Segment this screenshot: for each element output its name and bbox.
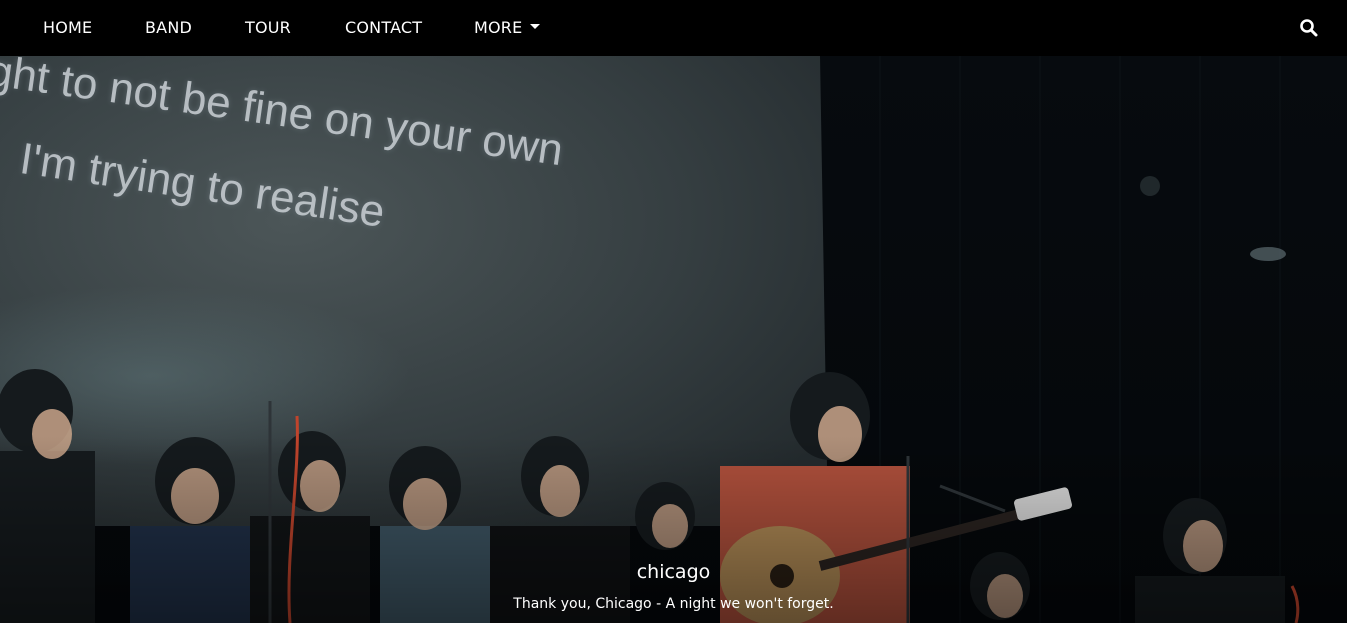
top-navbar: HOME BAND TOUR CONTACT MORE [0, 0, 1347, 56]
slide-caption-text: Thank you, Chicago - A night we won't fo… [513, 596, 834, 612]
hero-carousel-slide: ght to not be fine on your own I'm tryin… [0, 56, 1347, 623]
caret-down-icon [530, 24, 541, 29]
search-button[interactable] [1299, 18, 1319, 38]
search-icon [1300, 19, 1318, 37]
nav-tour[interactable]: TOUR [245, 18, 291, 37]
concert-photo [0, 56, 1347, 623]
nav-contact[interactable]: CONTACT [345, 18, 422, 37]
nav-more-dropdown[interactable]: MORE [474, 18, 541, 37]
slide-caption-title: chicago [636, 561, 711, 583]
nav-home[interactable]: HOME [43, 18, 92, 37]
nav-band[interactable]: BAND [145, 18, 192, 37]
nav-more-label: MORE [474, 18, 523, 37]
